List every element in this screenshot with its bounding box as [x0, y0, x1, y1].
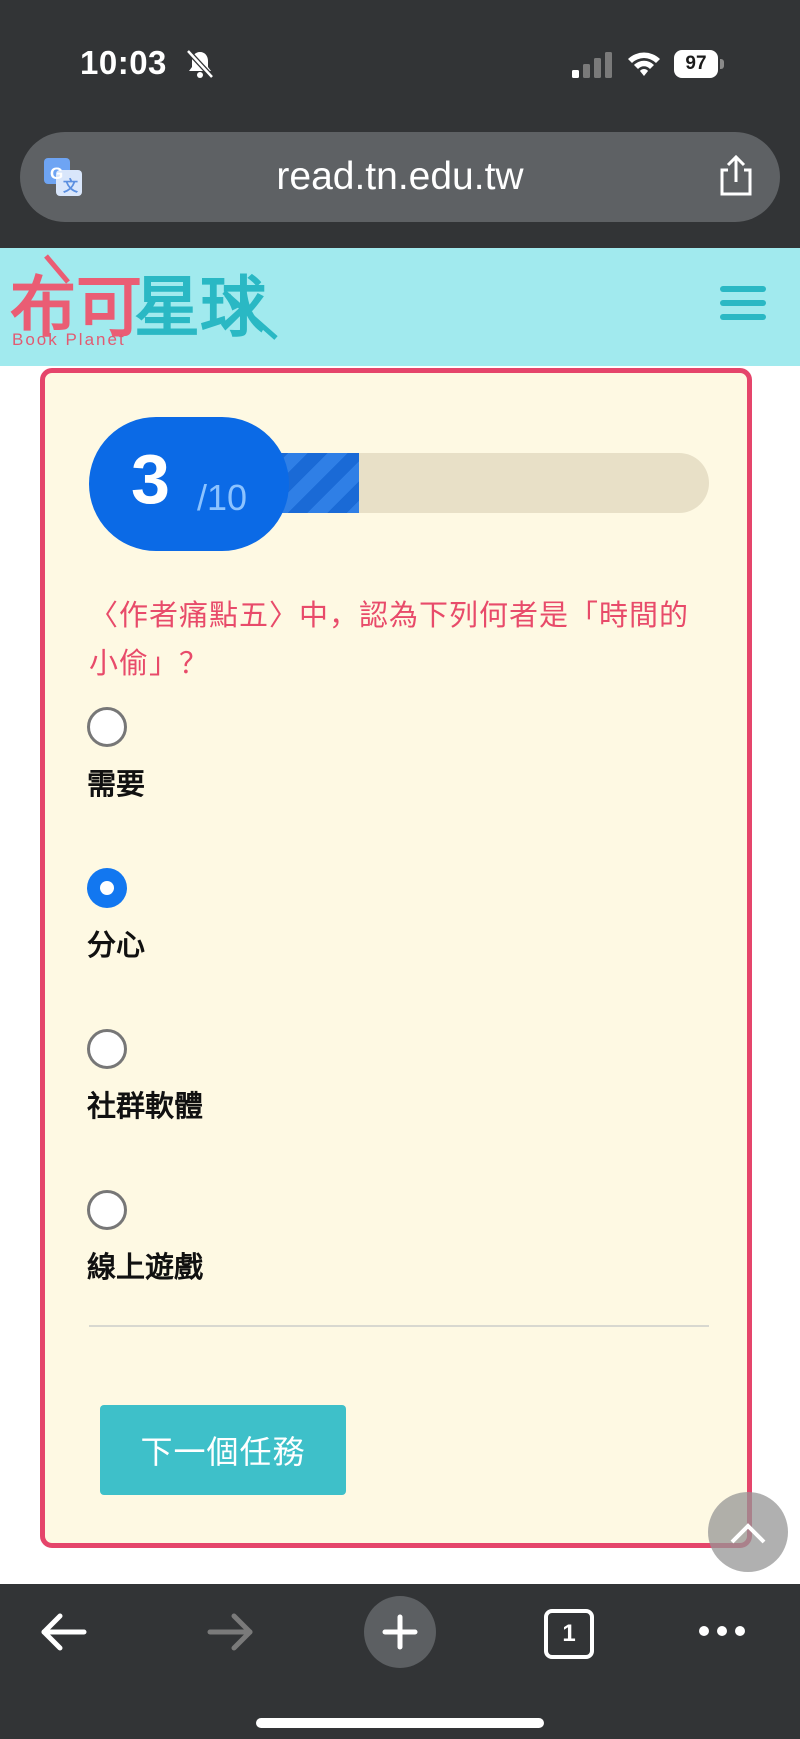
url-text[interactable]: read.tn.edu.tw	[20, 132, 780, 222]
option-label[interactable]: 社群軟體	[87, 1083, 203, 1125]
back-arrow-icon[interactable]	[40, 1612, 88, 1652]
divider	[89, 1325, 709, 1327]
wifi-icon	[628, 52, 660, 76]
option-3[interactable]: 社群軟體	[87, 1029, 687, 1149]
logo-subtitle: Book Planet	[12, 330, 126, 349]
forward-arrow-icon[interactable]	[206, 1612, 254, 1652]
cellular-signal-icon	[572, 52, 612, 78]
browser-top-bar: 10:03 97 G 文 read.tn.edu.tw	[0, 0, 800, 248]
more-options-icon[interactable]	[698, 1624, 746, 1638]
site-header: 布可 星球 Book Planet	[0, 248, 800, 366]
next-task-button[interactable]: 下一個任務	[100, 1405, 346, 1495]
status-time: 10:03	[80, 44, 167, 81]
menu-line	[720, 300, 766, 306]
option-label[interactable]: 線上遊戲	[87, 1244, 203, 1286]
quiz-card: 3 /10 〈作者痛點五〉中，認為下列何者是「時間的小偷」？ 需要 分心 社群軟…	[40, 368, 752, 1548]
battery-tip	[720, 59, 724, 69]
battery-indicator: 97	[674, 50, 724, 78]
menu-line	[720, 286, 766, 292]
option-4[interactable]: 線上遊戲	[87, 1190, 687, 1310]
plus-icon	[382, 1614, 418, 1650]
new-tab-button[interactable]	[364, 1596, 436, 1668]
option-label[interactable]: 分心	[87, 922, 145, 964]
browser-bottom-toolbar: 1	[0, 1584, 800, 1739]
progress-current: 3	[131, 440, 170, 518]
chevron-up-icon	[730, 1523, 766, 1544]
share-icon[interactable]	[716, 154, 756, 198]
home-indicator	[256, 1718, 544, 1728]
progress-total: /10	[197, 477, 248, 518]
hamburger-menu-icon[interactable]	[720, 286, 766, 326]
bell-slash-icon	[186, 49, 214, 79]
progress-badge: 3 /10	[89, 417, 289, 551]
battery-level: 97	[674, 50, 718, 78]
radio-button[interactable]	[87, 707, 127, 747]
option-1[interactable]: 需要	[87, 707, 687, 827]
url-bar[interactable]: G 文 read.tn.edu.tw	[20, 132, 780, 222]
svg-text:星球: 星球	[134, 269, 267, 346]
scroll-to-top-button[interactable]	[708, 1492, 788, 1572]
radio-button[interactable]	[87, 868, 127, 908]
tab-switcher-button[interactable]: 1	[544, 1609, 594, 1659]
question-text: 〈作者痛點五〉中，認為下列何者是「時間的小偷」？	[89, 598, 690, 680]
progress-indicator: 3 /10	[89, 417, 709, 551]
radio-button[interactable]	[87, 1190, 127, 1230]
option-2[interactable]: 分心	[87, 868, 687, 988]
radio-button[interactable]	[87, 1029, 127, 1069]
menu-line	[720, 314, 766, 320]
option-label[interactable]: 需要	[87, 761, 145, 803]
